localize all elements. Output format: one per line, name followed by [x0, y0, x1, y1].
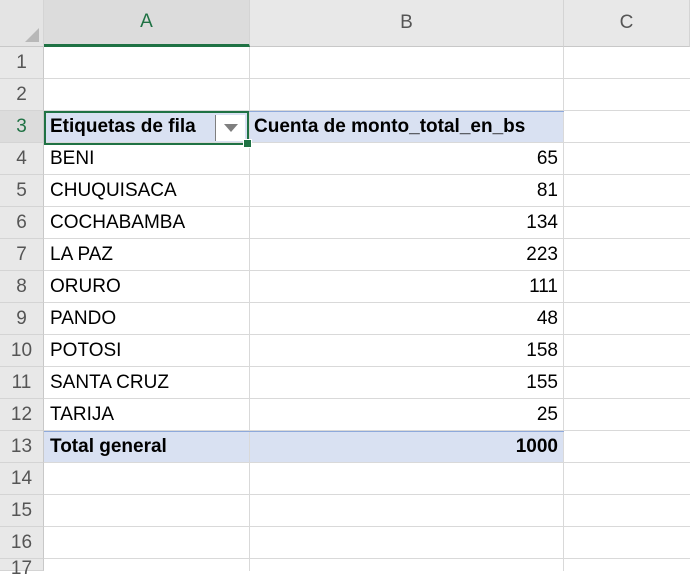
- row-header-1[interactable]: 1: [0, 47, 44, 79]
- pivot-row-label[interactable]: ORURO: [44, 271, 250, 303]
- fill-handle[interactable]: [243, 139, 252, 148]
- row-header-17[interactable]: 17: [0, 559, 44, 579]
- row-header-15[interactable]: 15: [0, 495, 44, 527]
- row-header-5[interactable]: 5: [0, 175, 44, 207]
- grid-line: [44, 78, 690, 79]
- active-cell-selection: [44, 111, 249, 145]
- row-header-16[interactable]: 16: [0, 527, 44, 559]
- row-header-9[interactable]: 9: [0, 303, 44, 335]
- grid-line: [44, 526, 690, 527]
- row-header-8[interactable]: 8: [0, 271, 44, 303]
- pivot-row-label[interactable]: PANDO: [44, 303, 250, 335]
- pivot-row-value[interactable]: 111: [250, 271, 564, 303]
- pivot-row-value[interactable]: 134: [250, 207, 564, 239]
- pivot-total-label[interactable]: Total general: [44, 431, 250, 463]
- row-header-14[interactable]: 14: [0, 463, 44, 495]
- select-all-corner[interactable]: [0, 0, 44, 47]
- column-header-b[interactable]: B: [250, 0, 564, 47]
- row-header-7[interactable]: 7: [0, 239, 44, 271]
- row-header-2[interactable]: 2: [0, 79, 44, 111]
- pivot-row-label[interactable]: LA PAZ: [44, 239, 250, 271]
- pivot-row-label[interactable]: CHUQUISACA: [44, 175, 250, 207]
- pivot-row-value[interactable]: 48: [250, 303, 564, 335]
- pivot-row-label[interactable]: COCHABAMBA: [44, 207, 250, 239]
- row-header-4[interactable]: 4: [0, 143, 44, 175]
- pivot-row-value[interactable]: 25: [250, 399, 564, 431]
- pivot-row-value[interactable]: 65: [250, 143, 564, 175]
- pivot-row-value[interactable]: 158: [250, 335, 564, 367]
- grid-line: [44, 558, 690, 559]
- row-header-11[interactable]: 11: [0, 367, 44, 399]
- row-header-12[interactable]: 12: [0, 399, 44, 431]
- spreadsheet-grid: A B C 1 2 3 4 5 6 7 8 9 10 11 12 13 14 1…: [0, 0, 690, 579]
- row-header-10[interactable]: 10: [0, 335, 44, 367]
- row-header-13[interactable]: 13: [0, 431, 44, 463]
- column-header-c[interactable]: C: [564, 0, 690, 47]
- row-header-3[interactable]: 3: [0, 111, 44, 143]
- pivot-row-value[interactable]: 81: [250, 175, 564, 207]
- pivot-row-label[interactable]: TARIJA: [44, 399, 250, 431]
- pivot-value-header[interactable]: Cuenta de monto_total_en_bs: [250, 111, 564, 143]
- pivot-row-label[interactable]: BENI: [44, 143, 250, 175]
- pivot-row-label[interactable]: POTOSI: [44, 335, 250, 367]
- pivot-row-value[interactable]: 155: [250, 367, 564, 399]
- column-header-a[interactable]: A: [44, 0, 250, 47]
- pivot-total-value[interactable]: 1000: [250, 431, 564, 463]
- pivot-row-label[interactable]: SANTA CRUZ: [44, 367, 250, 399]
- row-header-6[interactable]: 6: [0, 207, 44, 239]
- pivot-row-value[interactable]: 223: [250, 239, 564, 271]
- select-all-icon: [25, 28, 39, 42]
- grid-line: [44, 494, 690, 495]
